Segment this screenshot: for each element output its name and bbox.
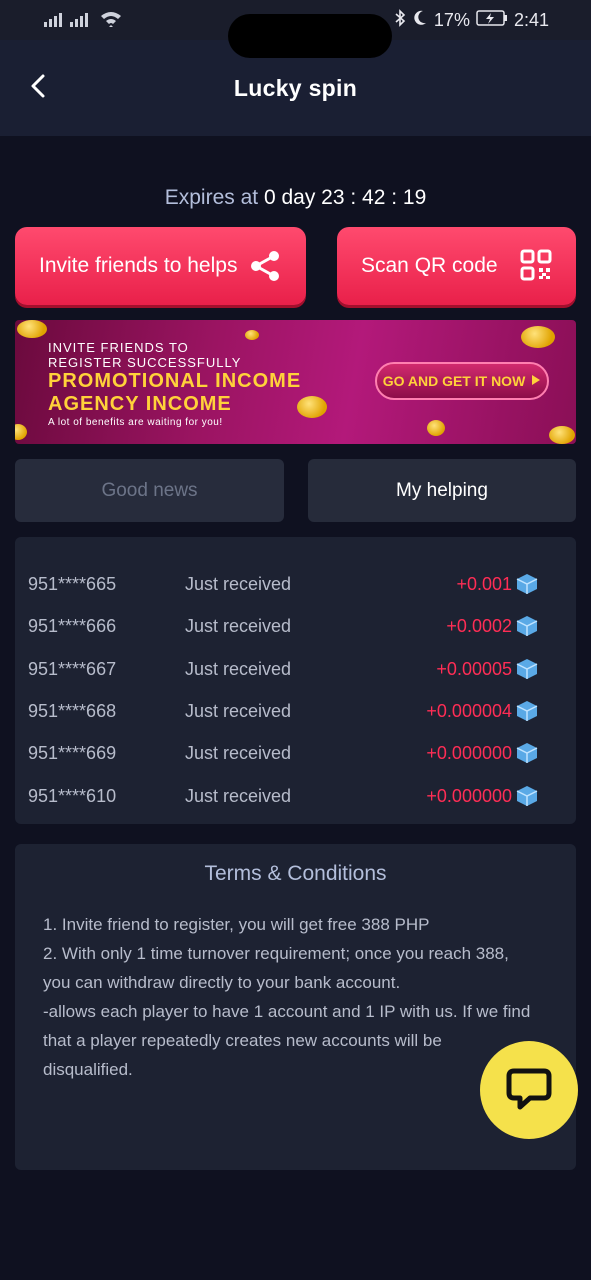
battery-percent: 17%: [433, 9, 470, 30]
gem-icon: [514, 784, 540, 813]
terms-title: Terms & Conditions: [204, 862, 387, 885]
banner-cta-button[interactable]: GO AND GET IT NOW: [375, 362, 549, 400]
play-arrow-icon: [531, 373, 541, 389]
record-amount: +0.00005: [436, 658, 512, 679]
record-status: Just received: [185, 785, 292, 806]
banner-subtitle: INVITE FRIENDS TO REGISTER SUCCESSFULLY: [48, 340, 241, 370]
countdown-value: 0 day 23 : 42 : 19: [263, 186, 427, 209]
banner-headline1: PROMOTIONAL INCOME: [48, 370, 302, 392]
status-left: [42, 10, 122, 31]
list-item: 951****665 Just received +0.001: [15, 568, 576, 600]
gem-icon: [514, 572, 540, 601]
record-amount: +0.000000: [426, 742, 512, 763]
chat-support-button[interactable]: [480, 1041, 578, 1139]
expires-label: Expires at: [164, 186, 259, 209]
banner-tagline: A lot of benefits are waiting for you!: [48, 417, 223, 428]
list-item: 951****669 Just received +0.000000: [15, 737, 576, 769]
tab-good-news[interactable]: Good news: [15, 459, 284, 522]
terms-line: -allows each player to have 1 account an…: [43, 1002, 531, 1079]
gem-icon: [514, 741, 540, 770]
clock-time: 2:41: [513, 9, 549, 30]
record-amount: +0.001: [456, 573, 512, 594]
banner-line1: INVITE FRIENDS TO: [48, 340, 189, 355]
coin-decoration: [17, 320, 47, 338]
invite-friends-label: Invite friends to helps: [39, 254, 238, 277]
record-phone: 951****667: [28, 658, 117, 679]
battery-icon: [476, 9, 508, 32]
qr-code-icon: [520, 249, 552, 287]
signal-icon: [42, 10, 94, 31]
record-status: Just received: [185, 573, 292, 594]
terms-line: 1. Invite friend to register, you will g…: [43, 915, 430, 934]
back-button[interactable]: [22, 72, 54, 104]
camera-cutout: [228, 14, 392, 58]
scan-qr-label: Scan QR code: [361, 254, 498, 277]
wifi-icon: [100, 10, 122, 31]
coin-decoration: [15, 424, 27, 440]
chevron-left-icon: [28, 73, 48, 104]
record-amount: +0.000000: [426, 785, 512, 806]
record-phone: 951****665: [28, 573, 117, 594]
expires-countdown: Expires at 0 day 23 : 42 : 19: [0, 186, 591, 210]
list-item: 951****667 Just received +0.00005: [15, 653, 576, 685]
coin-decoration: [297, 396, 327, 418]
record-phone: 951****668: [28, 700, 117, 721]
record-status: Just received: [185, 615, 292, 636]
record-status: Just received: [185, 742, 292, 763]
record-amount: +0.0002: [446, 615, 512, 636]
chat-bubble-icon: [504, 1063, 554, 1118]
terms-line: 2. With only 1 time turnover requirement…: [43, 944, 509, 992]
page-title: Lucky spin: [233, 74, 358, 101]
coin-decoration: [245, 330, 259, 340]
record-phone: 951****610: [28, 785, 117, 806]
record-phone: 951****669: [28, 742, 117, 763]
terms-body: 1. Invite friend to register, you will g…: [43, 910, 533, 1084]
share-icon: [248, 249, 282, 289]
record-status: Just received: [185, 700, 292, 721]
coin-decoration: [549, 426, 575, 444]
banner-cta-label: GO AND GET IT NOW: [382, 373, 526, 389]
invite-friends-button[interactable]: Invite friends to helps: [15, 227, 306, 305]
status-right: 17% 2:41: [394, 8, 549, 32]
list-item: 951****610 Just received +0.000000: [15, 780, 576, 812]
moon-icon: [412, 9, 428, 32]
coin-decoration: [521, 326, 555, 348]
list-item: 951****668 Just received +0.000004: [15, 695, 576, 727]
gem-icon: [514, 657, 540, 686]
bluetooth-icon: [394, 8, 406, 32]
helping-records-list: 951****665 Just received +0.001 951****6…: [15, 537, 576, 824]
tab-my-helping[interactable]: My helping: [308, 459, 576, 522]
banner-headline2: AGENCY INCOME: [48, 393, 232, 415]
record-amount: +0.000004: [426, 700, 512, 721]
list-item: 951****666 Just received +0.0002: [15, 610, 576, 642]
gem-icon: [514, 614, 540, 643]
record-phone: 951****666: [28, 615, 117, 636]
coin-decoration: [427, 420, 445, 436]
record-status: Just received: [185, 658, 292, 679]
gem-icon: [514, 699, 540, 728]
scan-qr-button[interactable]: Scan QR code: [337, 227, 576, 305]
promo-banner[interactable]: INVITE FRIENDS TO REGISTER SUCCESSFULLY …: [15, 320, 576, 444]
banner-line2: REGISTER SUCCESSFULLY: [48, 355, 242, 370]
